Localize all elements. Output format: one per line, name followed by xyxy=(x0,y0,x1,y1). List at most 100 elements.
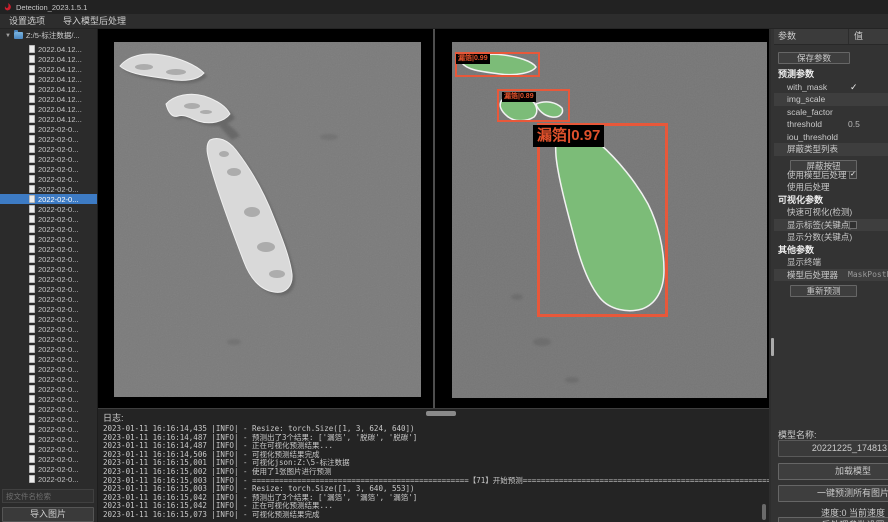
param-action-button[interactable]: 重新预测 xyxy=(790,285,857,297)
tree-item[interactable]: 2022.04.12... xyxy=(0,44,98,54)
load-model-button[interactable]: 加载模型 xyxy=(778,463,888,480)
file-icon xyxy=(29,105,35,113)
param-row[interactable]: with_mask✓ xyxy=(774,81,888,94)
viewer-splitter[interactable] xyxy=(433,29,435,408)
predict-all-button[interactable]: 一键预测所有图片 xyxy=(778,485,888,502)
file-icon xyxy=(29,355,35,363)
tree-item[interactable]: 2022-02-0... xyxy=(0,364,98,374)
tree-item[interactable]: 2022.04.12... xyxy=(0,114,98,124)
tree-item[interactable]: 2022-02-0... xyxy=(0,404,98,414)
tree-item-label: 2022-02-0... xyxy=(38,435,78,444)
tree-item[interactable]: 2022.04.12... xyxy=(0,104,98,114)
param-row[interactable]: scale_factor xyxy=(774,106,888,119)
menu-item-import-postprocess[interactable]: 导入模型后处理 xyxy=(54,14,135,29)
image-viewer-area: 漏箔|0.99 漏箔|0.89 漏箔|0.97 xyxy=(98,29,769,408)
tree-item[interactable]: 2022-02-0... xyxy=(0,284,98,294)
log-vscrollbar-thumb[interactable] xyxy=(762,504,766,520)
tree-item[interactable]: 2022-02-0... xyxy=(0,244,98,254)
tree-item[interactable]: 2022-02-0... xyxy=(0,444,98,454)
import-images-button[interactable]: 导入图片 xyxy=(2,507,94,522)
tree-item[interactable]: 2022.04.12... xyxy=(0,54,98,64)
tree-item[interactable]: 2022-02-0... xyxy=(0,184,98,194)
tree-item[interactable]: 2022-02-0... xyxy=(0,394,98,404)
params-panel-inner: 参数 值 保存参数 预测参数with_mask✓img_scalescale_f… xyxy=(774,29,888,294)
menu-item-settings[interactable]: 设置选项 xyxy=(0,14,54,29)
checkbox-unchecked[interactable] xyxy=(849,221,857,229)
tree-item[interactable]: 2022-02-0... xyxy=(0,214,98,224)
checkmark-icon[interactable]: ✓ xyxy=(850,81,858,94)
tree-item-label: 2022-02-0... xyxy=(38,475,78,484)
tree-item[interactable]: 2022-02-0... xyxy=(0,224,98,234)
tree-item-label: 2022-02-0... xyxy=(38,365,78,374)
tree-item[interactable]: 2022-02-0... xyxy=(0,354,98,364)
tree-item[interactable]: 2022-02-0... xyxy=(0,424,98,434)
param-label: iou_threshold xyxy=(787,132,838,142)
param-row[interactable]: 使用模型后处理✓ xyxy=(774,169,888,182)
tree-item-label: 2022-02-0... xyxy=(38,395,78,404)
tree-item[interactable]: 2022-02-0... xyxy=(0,474,98,484)
tree-item[interactable]: 2022-02-0... xyxy=(0,134,98,144)
tree-item[interactable]: 2022-02-0... xyxy=(0,274,98,284)
save-params-button[interactable]: 保存参数 xyxy=(778,52,850,64)
tree-item[interactable]: 2022-02-0... xyxy=(0,164,98,174)
param-row[interactable]: 快速可视化(检测) xyxy=(774,206,888,219)
tree-root[interactable]: ▼ Z:/5-标注数据/... xyxy=(0,29,97,42)
log-lines[interactable]: 2023-01-11 16:16:14,435 |INFO| - Resize:… xyxy=(98,425,769,520)
tree-item[interactable]: 2022-02-0... xyxy=(0,254,98,264)
tree-item-label: 2022-02-0... xyxy=(38,465,78,474)
tree-item[interactable]: 2022.04.12... xyxy=(0,74,98,84)
file-icon xyxy=(29,95,35,103)
param-value: MaskPostPro xyxy=(848,269,888,282)
tree-item[interactable]: 2022-02-0... xyxy=(0,124,98,134)
log-hscrollbar-thumb[interactable] xyxy=(426,411,456,416)
tree-item[interactable]: 2022-02-0... xyxy=(0,204,98,214)
tree-item-label: 2022-02-0... xyxy=(38,165,78,174)
tree-item[interactable]: 2022-02-0... xyxy=(0,264,98,274)
file-icon xyxy=(29,155,35,163)
tree-item[interactable]: 2022.04.12... xyxy=(0,64,98,74)
chevron-down-icon[interactable]: ▼ xyxy=(5,33,11,39)
param-row[interactable]: 屏蔽类型列表 xyxy=(774,143,888,156)
param-row[interactable]: img_scale xyxy=(774,93,888,106)
tree-item[interactable]: 2022-02-0... xyxy=(0,294,98,304)
tree-item[interactable]: 2022-02-0... xyxy=(0,314,98,324)
file-icon xyxy=(29,255,35,263)
param-row[interactable]: 显示终端 xyxy=(774,256,888,269)
file-icon xyxy=(29,275,35,283)
tree-item[interactable]: 2022-02-0... xyxy=(0,154,98,164)
tree-item[interactable]: 2022.04.12... xyxy=(0,94,98,104)
tree-item[interactable]: 2022-02-0... xyxy=(0,334,98,344)
tree-item-label: 2022-02-0... xyxy=(38,125,78,134)
param-row[interactable]: 模型后处理器MaskPostPro xyxy=(774,269,888,282)
tree-item[interactable]: 2022.04.12... xyxy=(0,84,98,94)
param-row[interactable]: 显示分数(关键点) xyxy=(774,231,888,244)
tree-item[interactable]: 2022-02-0... xyxy=(0,414,98,424)
param-button-row: 重新预测 xyxy=(774,281,888,294)
tree-item[interactable]: 2022-02-0... xyxy=(0,344,98,354)
tree-item[interactable]: 2022-02-0... xyxy=(0,304,98,314)
tree-item[interactable]: 2022-02-0... xyxy=(0,434,98,444)
prediction-image-view[interactable]: 漏箔|0.99 漏箔|0.89 漏箔|0.97 xyxy=(452,42,767,398)
tree-item[interactable]: 2022-02-0... xyxy=(0,174,98,184)
checkbox-checked[interactable]: ✓ xyxy=(849,171,857,179)
param-row[interactable]: 显示标签(关键点) xyxy=(774,219,888,232)
param-row[interactable]: 使用后处理 xyxy=(774,181,888,194)
params-scrollbar-thumb[interactable] xyxy=(771,338,774,356)
file-icon xyxy=(29,265,35,273)
tree-item[interactable]: 2022-02-0... xyxy=(0,234,98,244)
tree-item[interactable]: 2022-02-0... xyxy=(0,324,98,334)
tree-item[interactable]: 2022-02-0... xyxy=(0,374,98,384)
tree-item-label: 2022-02-0... xyxy=(38,275,78,284)
tree-item[interactable]: 2022-02-0... xyxy=(0,384,98,394)
window-title: Detection_2023.1.5.1 xyxy=(16,3,87,12)
tree-item[interactable]: 2022-02-0... xyxy=(0,194,98,204)
tree-item[interactable]: 2022-02-0... xyxy=(0,144,98,154)
search-input[interactable] xyxy=(2,489,94,503)
param-row[interactable]: iou_threshold xyxy=(774,131,888,144)
original-image-view[interactable] xyxy=(114,42,421,397)
tree-item[interactable]: 2022-02-0... xyxy=(0,464,98,474)
postprocess-settings-button[interactable]: 后处理参数设置 xyxy=(778,517,888,522)
tree-item[interactable]: 2022-02-0... xyxy=(0,454,98,464)
param-row[interactable]: threshold0.5 xyxy=(774,118,888,131)
model-name-field[interactable]: 20221225_174813 xyxy=(778,440,888,457)
